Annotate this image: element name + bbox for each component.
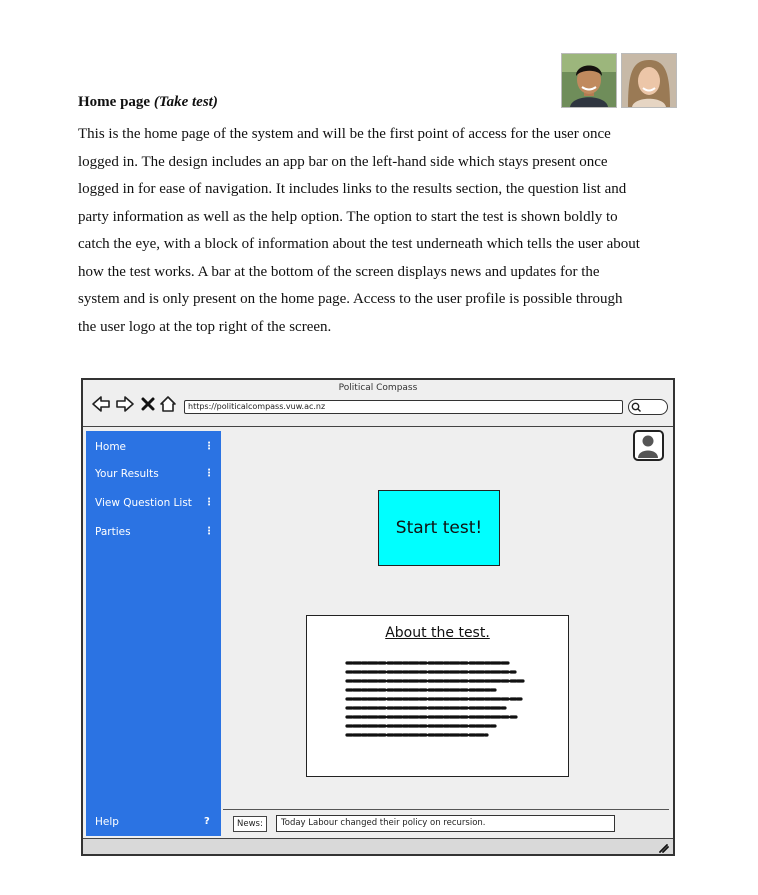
- sidebar-item-home[interactable]: Home: [95, 441, 126, 453]
- description-paragraph: This is the home page of the system and …: [78, 121, 688, 341]
- window-title: Political Compass: [338, 383, 418, 393]
- user-silhouette-icon: [635, 432, 661, 458]
- heading-text: Home page: [78, 94, 151, 110]
- news-label: News:: [233, 816, 267, 832]
- resize-icon[interactable]: [657, 842, 669, 853]
- window-status-bar: [83, 838, 673, 854]
- wireframe-mockup: Political Compass https://politicalcompa…: [81, 378, 675, 856]
- home-icon[interactable]: [159, 394, 177, 414]
- news-ticker: Today Labour changed their policy on rec…: [276, 815, 615, 832]
- author-photo-2: [621, 53, 677, 108]
- section-heading: Home page (Take test): [78, 94, 218, 111]
- user-icon[interactable]: [633, 430, 664, 461]
- forward-arrow-icon[interactable]: [115, 394, 135, 414]
- url-field[interactable]: https://politicalcompass.vuw.ac.nz: [184, 400, 623, 414]
- paragraph-line: logged in for ease of navigation. It inc…: [78, 181, 627, 197]
- paragraph-line: party information as well as the help op…: [78, 208, 618, 225]
- about-test-panel: About the test.: [306, 615, 569, 777]
- sidebar-item-results-menu[interactable]: ⋮: [204, 468, 214, 479]
- sidebar-item-home-menu[interactable]: ⋮: [204, 441, 214, 452]
- app-sidebar: Home ⋮ Your Results ⋮ View Question List…: [86, 431, 221, 836]
- news-bar-divider: [223, 809, 669, 810]
- close-icon[interactable]: [140, 394, 156, 414]
- back-arrow-icon[interactable]: [91, 394, 111, 414]
- heading-italic: (Take test): [153, 94, 218, 110]
- browser-search-field[interactable]: [628, 399, 668, 415]
- placeholder-text-scribble: [345, 661, 525, 737]
- paragraph-line: catch the eye, with a block of informati…: [78, 236, 640, 252]
- author-photo-1: [561, 53, 617, 108]
- paragraph-line: how the test works. A bar at the bottom …: [78, 263, 600, 280]
- paragraph-line: the user logo at the top right of the sc…: [78, 318, 332, 335]
- help-question-icon[interactable]: ?: [204, 816, 210, 827]
- sidebar-item-parties[interactable]: Parties: [95, 526, 131, 538]
- sidebar-item-results[interactable]: Your Results: [95, 468, 159, 480]
- paragraph-line: logged in. The design includes an app ba…: [78, 153, 608, 170]
- start-test-button[interactable]: Start test!: [378, 490, 500, 566]
- search-icon: [631, 402, 641, 412]
- about-test-title: About the test.: [385, 625, 490, 641]
- sidebar-item-parties-menu[interactable]: ⋮: [204, 526, 214, 537]
- paragraph-line: system and is only present on the home p…: [78, 291, 623, 307]
- sidebar-item-help[interactable]: Help: [95, 816, 119, 828]
- sidebar-item-question-list-menu[interactable]: ⋮: [204, 497, 214, 508]
- paragraph-line: This is the home page of the system and …: [78, 126, 611, 142]
- toolbar-divider: [83, 426, 673, 427]
- sidebar-item-question-list[interactable]: View Question List: [95, 497, 192, 509]
